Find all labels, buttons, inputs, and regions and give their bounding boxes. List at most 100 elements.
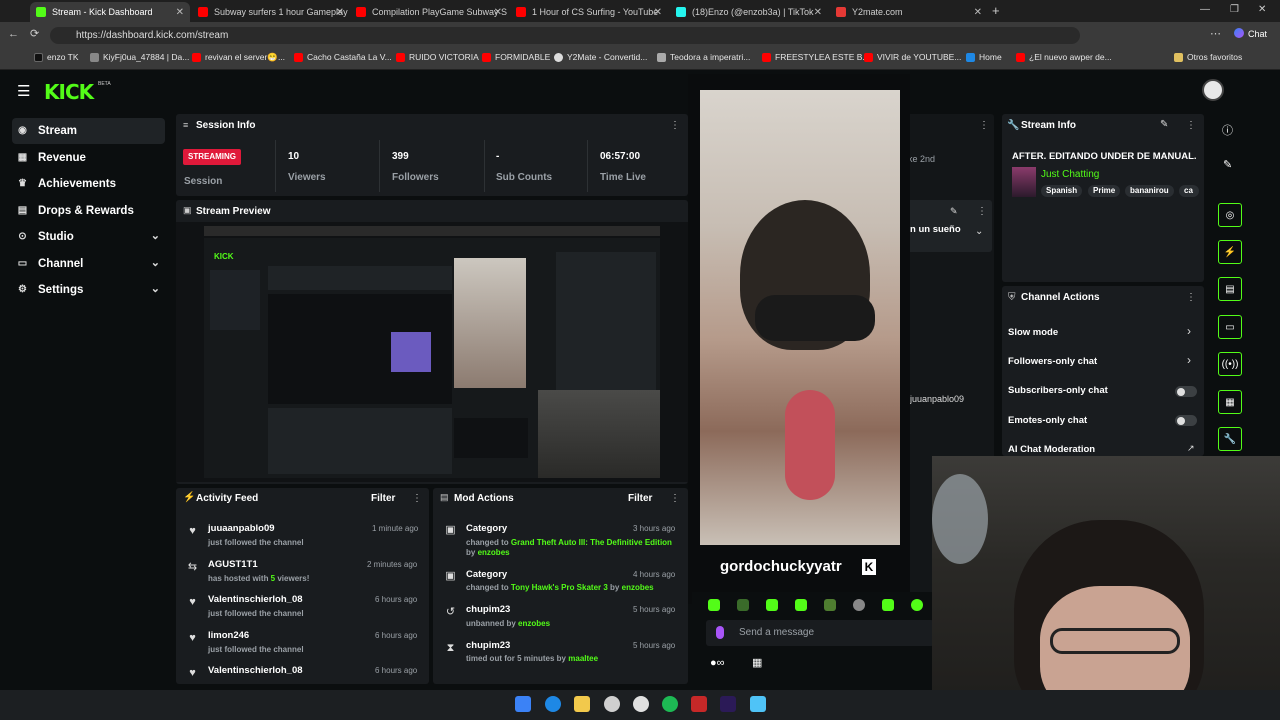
url-input[interactable]: https://dashboard.kick.com/stream bbox=[50, 27, 1080, 44]
pencil-icon[interactable]: ✎ bbox=[1223, 158, 1232, 171]
category-name[interactable]: Just Chatting bbox=[1041, 169, 1099, 180]
microphone-icon[interactable] bbox=[716, 626, 724, 639]
close-tab-icon[interactable]: ✕ bbox=[654, 7, 662, 18]
bookmark-item[interactable]: enzo TK bbox=[34, 52, 79, 62]
more-options-icon[interactable]: ⋮ bbox=[670, 493, 680, 504]
category-link[interactable]: Grand Theft Auto III: The Definitive Edi… bbox=[511, 538, 672, 547]
document-button[interactable]: ▤ bbox=[1218, 277, 1242, 301]
tab-subway-surfers[interactable]: Subway surfers 1 hour Gameplay ✕ bbox=[192, 2, 350, 22]
reload-icon[interactable]: ⟳ bbox=[30, 27, 39, 40]
tab-tiktok[interactable]: (18)Enzo (@enzob3a) | TikTok ✕ bbox=[670, 2, 828, 22]
subscribers-only-toggle[interactable] bbox=[1175, 386, 1197, 397]
emote-icon[interactable] bbox=[824, 599, 836, 611]
file-explorer-icon[interactable] bbox=[574, 696, 590, 712]
points-icon[interactable]: ●∞ bbox=[710, 657, 725, 669]
more-options-icon[interactable]: ⋮ bbox=[1186, 292, 1196, 303]
pin-icon[interactable]: ✎ bbox=[950, 206, 958, 217]
mod-action-name[interactable]: chupim23 bbox=[466, 604, 510, 615]
feed-username[interactable]: Valentinschierloh_08 bbox=[208, 594, 303, 605]
new-tab-icon[interactable]: + bbox=[992, 3, 1000, 18]
chat-button[interactable]: Chat bbox=[1248, 29, 1267, 39]
sidebar-item-drops[interactable]: ▤ Drops & Rewards bbox=[12, 198, 165, 224]
sidebar-item-stream[interactable]: ◉ Stream bbox=[12, 118, 165, 144]
info-icon[interactable]: ⓘ bbox=[1222, 122, 1233, 138]
kick-logo[interactable]: KICK bbox=[44, 80, 94, 104]
broadcast-button[interactable]: ((•)) bbox=[1218, 352, 1242, 376]
more-options-icon[interactable]: ⋮ bbox=[977, 206, 987, 217]
more-menu-icon[interactable]: ⋯ bbox=[1210, 27, 1221, 40]
emote-icon[interactable] bbox=[708, 599, 720, 611]
settings-icon[interactable] bbox=[604, 696, 620, 712]
close-tab-icon[interactable]: ✕ bbox=[176, 7, 184, 18]
lightning-button[interactable]: ⚡ bbox=[1218, 240, 1242, 264]
tab-cs-surfing[interactable]: 1 Hour of CS Surfing - YouTube ✕ bbox=[510, 2, 668, 22]
other-favorites[interactable]: Otros favoritos bbox=[1174, 52, 1242, 62]
emote-icon[interactable] bbox=[882, 599, 894, 611]
emote-icon[interactable] bbox=[853, 599, 865, 611]
bookmark-item[interactable]: Home bbox=[966, 52, 1002, 62]
feed-username[interactable]: juuaanpablo09 bbox=[208, 523, 275, 534]
moderator-link[interactable]: enzobes bbox=[622, 583, 654, 592]
chat-button[interactable]: ▭ bbox=[1218, 315, 1242, 339]
bookmark-item[interactable]: Y2Mate - Convertid... bbox=[554, 52, 647, 62]
chevron-right-icon[interactable]: › bbox=[1187, 353, 1191, 367]
ai-moderation-row[interactable]: AI Chat Moderation bbox=[1008, 444, 1095, 455]
more-options-icon[interactable]: ⋮ bbox=[670, 120, 680, 131]
external-link-icon[interactable]: ↗ bbox=[1187, 443, 1195, 454]
bookmark-item[interactable]: ¿El nuevo awper de... bbox=[1016, 52, 1112, 62]
premiere-icon[interactable] bbox=[720, 696, 736, 712]
feed-username[interactable]: AGUST1T1 bbox=[208, 559, 258, 570]
sidebar-item-settings[interactable]: ⚙ Settings ⌄ bbox=[12, 277, 165, 303]
stream-preview-video[interactable]: KICK bbox=[176, 222, 688, 482]
sidebar-item-studio[interactable]: ⊙ Studio ⌄ bbox=[12, 224, 165, 250]
bookmark-item[interactable]: VIVIR de YOUTUBE... bbox=[864, 52, 961, 62]
emote-icon[interactable] bbox=[766, 599, 778, 611]
close-tab-icon[interactable]: ✕ bbox=[336, 7, 344, 18]
edge-icon[interactable] bbox=[545, 696, 561, 712]
more-options-icon[interactable]: ⋮ bbox=[1186, 120, 1196, 131]
gift-icon[interactable]: ▦ bbox=[752, 656, 762, 669]
emote-icon[interactable] bbox=[911, 599, 923, 611]
avatar[interactable] bbox=[1202, 79, 1224, 101]
hamburger-menu-icon[interactable]: ☰ bbox=[17, 82, 30, 100]
windows-start-icon[interactable] bbox=[515, 696, 531, 712]
close-tab-icon[interactable]: ✕ bbox=[494, 7, 502, 18]
sidebar-item-revenue[interactable]: ▦ Revenue bbox=[12, 145, 165, 171]
emotes-only-toggle[interactable] bbox=[1175, 415, 1197, 426]
filter-button[interactable]: Filter bbox=[371, 493, 395, 504]
followers-only-row[interactable]: Followers-only chat bbox=[1008, 356, 1097, 367]
wrench-button[interactable]: 🔧 bbox=[1218, 427, 1242, 451]
back-icon[interactable]: ← bbox=[8, 28, 19, 40]
moderator-link[interactable]: maaltee bbox=[568, 654, 598, 663]
tab-y2mate[interactable]: Y2mate.com ✕ bbox=[830, 2, 988, 22]
close-tab-icon[interactable]: ✕ bbox=[974, 7, 982, 18]
close-window-icon[interactable]: ✕ bbox=[1258, 4, 1266, 15]
close-tab-icon[interactable]: ✕ bbox=[814, 7, 822, 18]
bookmark-item[interactable]: Cacho Castaña La V... bbox=[294, 52, 392, 62]
moderator-link[interactable]: enzobes bbox=[478, 548, 510, 557]
app-icon[interactable] bbox=[750, 696, 766, 712]
filter-button[interactable]: Filter bbox=[628, 493, 652, 504]
copilot-icon[interactable] bbox=[1234, 28, 1244, 38]
moderator-link[interactable]: enzobes bbox=[518, 619, 550, 628]
bookmark-item[interactable]: FORMIDABLE bbox=[482, 52, 550, 62]
feed-username[interactable]: limon246 bbox=[208, 630, 249, 641]
sidebar-item-achievements[interactable]: ♛ Achievements bbox=[12, 171, 165, 197]
minimize-icon[interactable]: — bbox=[1200, 4, 1210, 15]
more-options-icon[interactable]: ⋮ bbox=[412, 493, 422, 504]
bookmark-item[interactable]: Teodora a imperatri... bbox=[657, 52, 750, 62]
slow-mode-row[interactable]: Slow mode bbox=[1008, 327, 1058, 338]
chevron-right-icon[interactable]: › bbox=[1187, 324, 1191, 338]
mod-action-name[interactable]: chupim23 bbox=[466, 640, 510, 651]
app-icon[interactable] bbox=[691, 696, 707, 712]
bookmark-item[interactable]: FREESTYLEA ESTE B... bbox=[762, 52, 869, 62]
spotify-icon[interactable] bbox=[662, 696, 678, 712]
tab-compilation[interactable]: Compilation PlayGame Subway S ✕ bbox=[350, 2, 508, 22]
chevron-down-icon[interactable]: ⌄ bbox=[975, 226, 983, 237]
camera-button[interactable]: ◎ bbox=[1218, 203, 1242, 227]
bookmark-item[interactable]: RUIDO VICTORIA bbox=[396, 52, 479, 62]
tab-kick-dashboard[interactable]: Stream - Kick Dashboard ✕ bbox=[30, 2, 190, 22]
layout-button[interactable]: ▦ bbox=[1218, 390, 1242, 414]
bookmark-item[interactable]: KiyFj0ua_47884 | Da... bbox=[90, 52, 189, 62]
edit-icon[interactable]: ✎ bbox=[1160, 119, 1168, 130]
